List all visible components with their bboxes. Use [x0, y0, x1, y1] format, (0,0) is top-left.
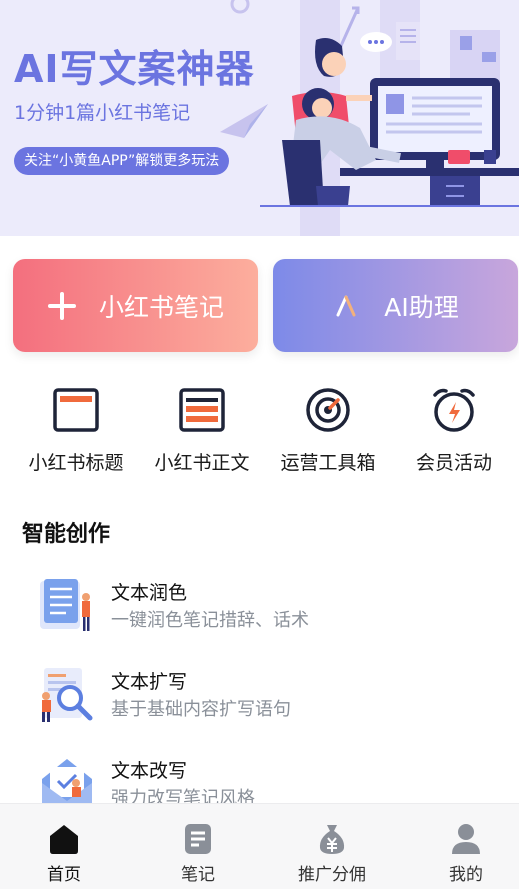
- home-icon: [47, 822, 81, 856]
- ai-assistant-button[interactable]: AI助理: [273, 259, 518, 352]
- alarm-clock-icon: [430, 386, 478, 434]
- plus-icon: [47, 291, 77, 321]
- feature-description: 一键润色笔记措辞、话术: [111, 610, 309, 631]
- quick-tool-operations[interactable]: 运营工具箱: [263, 386, 393, 475]
- tab-label: 首页: [47, 865, 81, 885]
- new-note-label: 小红书笔记: [98, 292, 224, 322]
- user-icon: [449, 822, 483, 856]
- banner-illustration: [220, 0, 519, 236]
- feature-polish[interactable]: 文本润色 一键润色笔记措辞、话术: [36, 575, 506, 643]
- bottom-tab-bar: 首页 笔记 推广分佣 我的: [0, 803, 519, 889]
- tab-home[interactable]: 首页: [4, 822, 124, 885]
- quick-tool-label: 小红书正文: [154, 452, 250, 474]
- document-edit-icon: [40, 579, 90, 631]
- magnify-document-icon: [42, 668, 93, 722]
- tab-mine[interactable]: 我的: [406, 822, 519, 885]
- quick-tool-label: 会员活动: [415, 452, 492, 474]
- title-card-icon: [52, 386, 100, 434]
- feature-title: 文本扩写: [111, 671, 188, 693]
- quick-tool-label: 运营工具箱: [280, 452, 376, 474]
- hero-banner[interactable]: AI写文案神器 1分钟1篇小红书笔记 关注“小黄鱼APP”解锁更多玩法: [0, 0, 519, 236]
- ai-sparkle-icon: [332, 291, 362, 321]
- quick-tool-body[interactable]: 小红书正文: [137, 386, 267, 475]
- tab-label: 笔记: [181, 865, 215, 885]
- new-note-button[interactable]: 小红书笔记: [13, 259, 258, 352]
- feature-description: 基于基础内容扩写语句: [111, 699, 291, 720]
- quick-tool-label: 小红书标题: [28, 452, 124, 474]
- section-title: 智能创作: [22, 522, 111, 547]
- banner-subtitle: 1分钟1篇小红书笔记: [14, 102, 191, 124]
- feature-expand[interactable]: 文本扩写 基于基础内容扩写语句: [36, 664, 506, 732]
- feature-title: 文本改写: [111, 760, 188, 782]
- banner-title: AI写文案神器: [14, 47, 255, 91]
- tab-promotion[interactable]: 推广分佣: [272, 822, 392, 885]
- money-bag-icon: [315, 822, 349, 856]
- banner-follow-pill[interactable]: 关注“小黄鱼APP”解锁更多玩法: [14, 147, 230, 175]
- ai-assistant-label: AI助理: [384, 292, 459, 322]
- tab-label: 我的: [449, 865, 483, 885]
- tab-label: 推广分佣: [298, 865, 366, 885]
- body-text-card-icon: [178, 386, 226, 434]
- tab-notes[interactable]: 笔记: [138, 822, 258, 885]
- feature-title: 文本润色: [111, 582, 188, 604]
- quick-tool-member[interactable]: 会员活动: [389, 386, 519, 475]
- notes-icon: [181, 822, 215, 856]
- quick-tool-title[interactable]: 小红书标题: [11, 386, 141, 475]
- target-gauge-icon: [304, 386, 352, 434]
